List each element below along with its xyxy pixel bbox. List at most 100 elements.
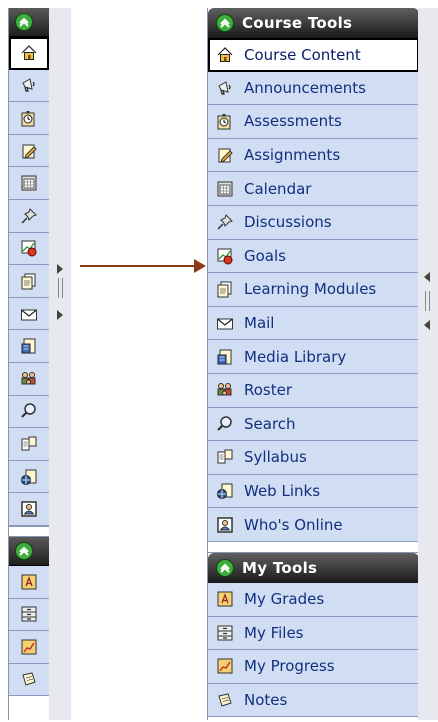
collapse-handle[interactable] xyxy=(418,8,438,720)
collapse-up-icon[interactable] xyxy=(216,558,234,577)
strip-item-roster[interactable] xyxy=(9,362,49,396)
tool-item-goals[interactable]: Goals xyxy=(208,239,419,274)
tool-item-label: My Progress xyxy=(244,657,335,676)
strip-item-learning-modules[interactable] xyxy=(9,265,49,298)
tool-item-notes[interactable]: Notes xyxy=(208,683,419,718)
tool-item-assignments[interactable]: Assignments xyxy=(208,138,419,173)
strip-item-announcements[interactable] xyxy=(9,69,49,103)
drag-grip-icon[interactable] xyxy=(425,291,430,311)
apple-chart-icon xyxy=(21,240,37,257)
note-icon xyxy=(22,672,36,687)
expand-right-icon[interactable] xyxy=(57,310,63,320)
home-icon xyxy=(217,46,233,62)
collapse-left-icon[interactable] xyxy=(424,320,430,330)
tool-item-my-progress[interactable]: My Progress xyxy=(208,650,419,684)
globe-document-icon xyxy=(217,483,233,500)
collapse-left-icon[interactable] xyxy=(424,272,430,282)
strip-item-my-grades[interactable] xyxy=(9,565,49,599)
strip-item-assignments[interactable] xyxy=(9,134,49,168)
online-person-icon xyxy=(217,516,233,533)
tool-item-label: Assessments xyxy=(244,112,342,131)
file-drawer-icon xyxy=(217,625,233,641)
tool-item-learning-modules[interactable]: Learning Modules xyxy=(208,273,419,307)
tool-item-label: Goals xyxy=(244,246,286,265)
collapse-up-icon[interactable] xyxy=(15,13,33,31)
online-person-icon xyxy=(21,501,37,517)
strip-item-calendar[interactable] xyxy=(9,167,49,200)
strip-divider xyxy=(9,525,49,537)
calendar-icon xyxy=(21,175,37,191)
tool-item-label: Syllabus xyxy=(244,448,307,467)
tool-item-label: Calendar xyxy=(244,179,312,198)
tool-item-label: Announcements xyxy=(244,78,366,97)
tool-item-who-s-online[interactable]: Who's Online xyxy=(208,508,419,542)
globe-document-icon xyxy=(21,469,37,485)
strip-item-web-links[interactable] xyxy=(9,460,49,494)
apple-chart-icon xyxy=(217,248,233,265)
transition-arrow xyxy=(80,259,206,273)
strip-item-goals[interactable] xyxy=(9,232,49,266)
film-document-icon xyxy=(217,349,232,365)
tool-item-course-content[interactable]: Course Content xyxy=(208,38,419,72)
megaphone-icon xyxy=(22,78,35,92)
strip-course-tools-header xyxy=(9,8,49,37)
tool-item-my-grades[interactable]: My Grades xyxy=(208,582,419,617)
strip-item-syllabus[interactable] xyxy=(9,428,49,461)
pencil-paper-icon xyxy=(218,148,233,163)
file-drawer-icon xyxy=(21,606,37,622)
strip-item-who-s-online[interactable] xyxy=(9,493,49,526)
tool-item-label: Media Library xyxy=(244,347,347,366)
tool-item-my-files[interactable]: My Files xyxy=(208,616,419,651)
strip-item-search[interactable] xyxy=(9,395,49,429)
tool-item-search[interactable]: Search xyxy=(208,407,419,442)
strip-item-discussions[interactable] xyxy=(9,199,49,233)
progress-chart-icon xyxy=(21,639,37,655)
expand-right-icon[interactable] xyxy=(57,264,63,274)
tool-item-label: Course Content xyxy=(244,45,361,64)
pencil-paper-icon xyxy=(22,144,37,159)
people-icon xyxy=(217,383,232,396)
tool-item-discussions[interactable]: Discussions xyxy=(208,205,419,240)
tool-item-label: Notes xyxy=(244,690,288,709)
collapsed-tool-strip xyxy=(8,8,50,720)
tool-item-roster[interactable]: Roster xyxy=(208,373,419,408)
documents-icon xyxy=(217,281,232,298)
strip-my-tools-header xyxy=(9,536,49,566)
strip-item-my-progress[interactable] xyxy=(9,631,49,664)
tool-item-web-links[interactable]: Web Links xyxy=(208,474,419,509)
drag-grip-icon[interactable] xyxy=(58,278,63,298)
tool-item-syllabus[interactable]: Syllabus xyxy=(208,441,419,475)
strip-item-media-library[interactable] xyxy=(9,330,49,363)
tool-item-label: Discussions xyxy=(244,213,332,232)
panel-divider xyxy=(208,541,419,553)
film-document-icon xyxy=(21,338,36,354)
my-tools-header: My Tools xyxy=(208,552,419,583)
strip-item-my-files[interactable] xyxy=(9,598,49,632)
tool-item-label: Mail xyxy=(244,314,275,333)
tool-item-label: My Grades xyxy=(244,590,325,609)
tool-item-assessments[interactable]: Assessments xyxy=(208,105,419,139)
tool-item-media-library[interactable]: Media Library xyxy=(208,340,419,374)
envelope-icon xyxy=(217,318,233,330)
collapse-up-icon[interactable] xyxy=(216,14,234,32)
megaphone-icon xyxy=(218,81,231,95)
strip-item-course-content[interactable] xyxy=(9,37,49,70)
expand-handle[interactable] xyxy=(49,8,71,720)
strip-item-assessments[interactable] xyxy=(9,102,49,135)
pushpin-icon xyxy=(21,207,37,224)
strip-item-notes[interactable] xyxy=(9,663,49,697)
my-tools-title: My Tools xyxy=(242,558,318,577)
tool-item-mail[interactable]: Mail xyxy=(208,306,419,341)
stopwatch-icon xyxy=(217,114,231,130)
collapse-up-icon[interactable] xyxy=(15,541,33,560)
note-icon xyxy=(218,693,232,707)
course-tools-header: Course Tools xyxy=(208,8,419,38)
tool-item-announcements[interactable]: Announcements xyxy=(208,71,419,106)
tool-item-label: Roster xyxy=(244,381,293,400)
stopwatch-icon xyxy=(21,110,35,127)
progress-chart-icon xyxy=(217,658,233,674)
tool-item-label: Search xyxy=(244,414,296,433)
people-icon xyxy=(21,371,36,385)
tool-item-calendar[interactable]: Calendar xyxy=(208,172,419,206)
strip-item-mail[interactable] xyxy=(9,297,49,331)
